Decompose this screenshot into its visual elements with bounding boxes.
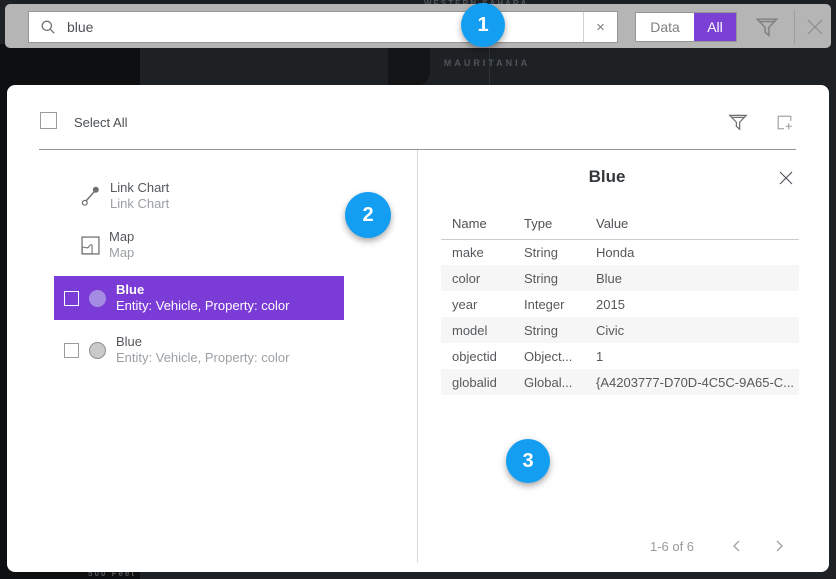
table-row: make String Honda xyxy=(441,239,799,265)
table-row: globalid Global... {A4203777-D70D-4C5C-9… xyxy=(441,369,799,395)
column-header-value: Value xyxy=(585,209,799,239)
clear-search-button[interactable]: × xyxy=(583,12,617,42)
cell-type: String xyxy=(513,239,585,265)
map-label-mauritania: MAURITANIA xyxy=(427,58,547,68)
cell-value: 2015 xyxy=(585,291,799,317)
cell-type: Object... xyxy=(513,343,585,369)
map-coastline-region xyxy=(388,46,430,86)
next-page-button[interactable] xyxy=(767,534,791,558)
cell-value: 1 xyxy=(585,343,799,369)
search-icon xyxy=(40,19,56,35)
search-box: × xyxy=(28,11,618,43)
cell-name: year xyxy=(441,291,513,317)
table-row: year Integer 2015 xyxy=(441,291,799,317)
cell-name: color xyxy=(441,265,513,291)
results-filter-button[interactable] xyxy=(727,111,749,133)
pagination-range: 1-6 of 6 xyxy=(607,539,737,554)
funnel-icon xyxy=(727,111,749,133)
link-chart-icon xyxy=(81,185,101,207)
annotation-badge-2: 2 xyxy=(345,192,391,238)
prev-page-button[interactable] xyxy=(725,534,749,558)
cell-type: String xyxy=(513,265,585,291)
list-detail-divider xyxy=(417,150,418,562)
cell-type: Integer xyxy=(513,291,585,317)
close-icon xyxy=(777,169,795,187)
entity-dot-icon xyxy=(89,342,106,359)
scope-option-data[interactable]: Data xyxy=(636,13,694,41)
close-detail-button[interactable] xyxy=(777,169,795,187)
map-icon xyxy=(81,236,100,255)
result-subtitle: Entity: Vehicle, Property: color xyxy=(116,350,289,366)
result-title: Link Chart xyxy=(110,180,169,196)
cell-name: globalid xyxy=(441,369,513,395)
select-all-checkbox[interactable] xyxy=(40,112,57,129)
close-search-button[interactable] xyxy=(800,12,830,42)
result-checkbox[interactable] xyxy=(64,343,79,358)
chevron-right-icon xyxy=(767,534,791,558)
add-selection-button[interactable] xyxy=(774,112,795,133)
result-item-map[interactable]: Map Map xyxy=(73,225,134,265)
result-subtitle: Map xyxy=(109,245,134,261)
results-panel: Select All Link Chart Link Chart xyxy=(7,85,829,572)
cell-value: Civic xyxy=(585,317,799,343)
attribute-table: Name Type Value make String Honda color … xyxy=(441,209,799,395)
close-icon xyxy=(800,12,830,42)
cell-type: String xyxy=(513,317,585,343)
result-item-blue[interactable]: Blue Entity: Vehicle, Property: color xyxy=(54,328,344,372)
cell-name: model xyxy=(441,317,513,343)
table-row: objectid Object... 1 xyxy=(441,343,799,369)
funnel-icon xyxy=(754,14,780,40)
annotation-badge-3: 3 xyxy=(506,439,550,483)
cell-type: Global... xyxy=(513,369,585,395)
cell-name: make xyxy=(441,239,513,265)
result-title: Blue xyxy=(116,282,289,298)
box-plus-icon xyxy=(774,112,795,133)
search-filter-button[interactable] xyxy=(754,14,780,40)
table-header-row: Name Type Value xyxy=(441,209,799,239)
cell-value: Blue xyxy=(585,265,799,291)
cell-value: Honda xyxy=(585,239,799,265)
table-row: model String Civic xyxy=(441,317,799,343)
app-screen: WESTERN SAHARA MAURITANIA 500 Feet × Dat… xyxy=(0,0,836,579)
detail-title: Blue xyxy=(417,167,797,187)
result-title: Map xyxy=(109,229,134,245)
column-header-name: Name xyxy=(441,209,513,239)
result-item-link-chart[interactable]: Link Chart Link Chart xyxy=(73,176,169,216)
chevron-left-icon xyxy=(725,534,749,558)
result-subtitle: Entity: Vehicle, Property: color xyxy=(116,298,289,314)
scope-option-all[interactable]: All xyxy=(694,13,736,41)
search-scope-toggle: Data All xyxy=(635,12,737,42)
result-subtitle: Link Chart xyxy=(110,196,169,212)
column-header-type: Type xyxy=(513,209,585,239)
table-row: color String Blue xyxy=(441,265,799,291)
select-all-label: Select All xyxy=(74,115,127,130)
clear-search-icon: × xyxy=(596,19,605,36)
search-bar-divider xyxy=(794,10,795,44)
cell-name: objectid xyxy=(441,343,513,369)
annotation-badge-1: 1 xyxy=(461,3,505,47)
result-checkbox[interactable] xyxy=(64,291,79,306)
search-bar: × Data All xyxy=(5,4,831,48)
result-title: Blue xyxy=(116,334,289,350)
result-item-blue-selected[interactable]: Blue Entity: Vehicle, Property: color xyxy=(54,276,344,320)
entity-dot-icon xyxy=(89,290,106,307)
cell-value: {A4203777-D70D-4C5C-9A65-C... xyxy=(585,369,799,395)
